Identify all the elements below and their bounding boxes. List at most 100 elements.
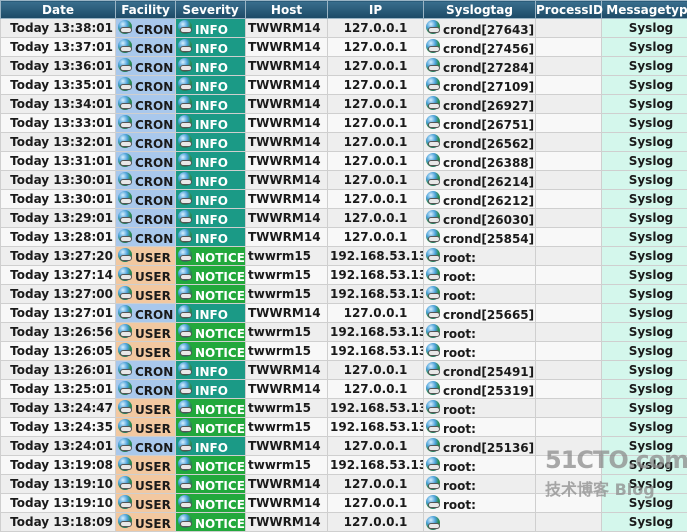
date-cell[interactable]: Today 13:19:10 <box>1 494 116 513</box>
processid-cell[interactable] <box>536 190 602 209</box>
processid-cell[interactable] <box>536 152 602 171</box>
facility-filter-globe-icon[interactable] <box>118 77 132 91</box>
syslogtag-cell[interactable]: crond[25319]: <box>424 380 536 399</box>
processid-cell[interactable] <box>536 399 602 418</box>
messagetype-cell[interactable]: Syslog <box>602 475 687 494</box>
severity-cell[interactable]: INFO <box>176 19 246 38</box>
severity-filter-globe-icon[interactable] <box>178 210 192 224</box>
date-cell[interactable]: Today 13:19:10 <box>1 475 116 494</box>
ip-cell[interactable]: 127.0.0.1 <box>328 171 424 190</box>
facility-filter-globe-icon[interactable] <box>118 115 132 129</box>
syslogtag-cell[interactable]: crond[27109]: <box>424 76 536 95</box>
messagetype-cell[interactable]: Syslog <box>602 323 687 342</box>
syslogtag-filter-globe-icon[interactable] <box>426 362 440 376</box>
processid-cell[interactable] <box>536 494 602 513</box>
severity-filter-globe-icon[interactable] <box>178 381 192 395</box>
column-header-ip[interactable]: IP <box>328 1 424 19</box>
facility-cell[interactable]: CRON <box>116 228 176 247</box>
severity-cell[interactable]: INFO <box>176 133 246 152</box>
table-row[interactable]: Today 13:24:35USERNOTICEtwwrm15192.168.5… <box>1 418 687 437</box>
ip-cell[interactable]: 127.0.0.1 <box>328 475 424 494</box>
messagetype-cell[interactable]: Syslog <box>602 456 687 475</box>
facility-cell[interactable]: USER <box>116 285 176 304</box>
table-row[interactable]: Today 13:32:01CRONINFOTWWRM14127.0.0.1cr… <box>1 133 687 152</box>
ip-cell[interactable]: 192.168.53.13 <box>328 342 424 361</box>
ip-cell[interactable]: 127.0.0.1 <box>328 190 424 209</box>
date-cell[interactable]: Today 13:33:01 <box>1 114 116 133</box>
facility-cell[interactable]: CRON <box>116 380 176 399</box>
messagetype-cell[interactable]: Syslog <box>602 437 687 456</box>
severity-cell[interactable]: INFO <box>176 57 246 76</box>
ip-cell[interactable]: 192.168.53.13 <box>328 399 424 418</box>
syslogtag-filter-globe-icon[interactable] <box>426 229 440 243</box>
host-cell[interactable]: twwrm15 <box>246 456 328 475</box>
processid-cell[interactable] <box>536 114 602 133</box>
facility-filter-globe-icon[interactable] <box>118 286 132 300</box>
severity-filter-globe-icon[interactable] <box>178 77 192 91</box>
facility-cell[interactable]: USER <box>116 475 176 494</box>
facility-filter-globe-icon[interactable] <box>118 438 132 452</box>
syslogtag-filter-globe-icon[interactable] <box>426 77 440 91</box>
date-cell[interactable]: Today 13:34:01 <box>1 95 116 114</box>
host-cell[interactable]: TWWRM14 <box>246 228 328 247</box>
severity-filter-globe-icon[interactable] <box>178 20 192 34</box>
severity-filter-globe-icon[interactable] <box>178 419 192 433</box>
ip-cell[interactable]: 127.0.0.1 <box>328 38 424 57</box>
syslogtag-cell[interactable]: root: <box>424 266 536 285</box>
table-row[interactable]: Today 13:38:01CRONINFOTWWRM14127.0.0.1cr… <box>1 19 687 38</box>
facility-cell[interactable]: USER <box>116 456 176 475</box>
table-row[interactable]: Today 13:26:56USERNOTICEtwwrm15192.168.5… <box>1 323 687 342</box>
severity-cell[interactable]: NOTICE <box>176 323 246 342</box>
messagetype-cell[interactable]: Syslog <box>602 152 687 171</box>
ip-cell[interactable]: 127.0.0.1 <box>328 380 424 399</box>
severity-filter-globe-icon[interactable] <box>178 362 192 376</box>
table-row[interactable]: Today 13:27:14USERNOTICEtwwrm15192.168.5… <box>1 266 687 285</box>
facility-cell[interactable]: CRON <box>116 361 176 380</box>
table-row[interactable]: Today 13:27:20USERNOTICEtwwrm15192.168.5… <box>1 247 687 266</box>
severity-cell[interactable]: INFO <box>176 228 246 247</box>
syslogtag-cell[interactable]: root: <box>424 247 536 266</box>
syslogtag-cell[interactable]: crond[27284]: <box>424 57 536 76</box>
severity-cell[interactable]: NOTICE <box>176 456 246 475</box>
severity-cell[interactable]: INFO <box>176 380 246 399</box>
ip-cell[interactable]: 127.0.0.1 <box>328 133 424 152</box>
facility-filter-globe-icon[interactable] <box>118 514 132 528</box>
severity-cell[interactable]: NOTICE <box>176 285 246 304</box>
processid-cell[interactable] <box>536 209 602 228</box>
syslogtag-filter-globe-icon[interactable] <box>426 20 440 34</box>
severity-filter-globe-icon[interactable] <box>178 476 192 490</box>
date-cell[interactable]: Today 13:30:01 <box>1 171 116 190</box>
column-header-severity[interactable]: Severity <box>176 1 246 19</box>
host-cell[interactable]: TWWRM14 <box>246 152 328 171</box>
messagetype-cell[interactable]: Syslog <box>602 171 687 190</box>
column-header-facility[interactable]: Facility <box>116 1 176 19</box>
host-cell[interactable]: twwrm15 <box>246 285 328 304</box>
ip-cell[interactable]: 127.0.0.1 <box>328 304 424 323</box>
facility-filter-globe-icon[interactable] <box>118 248 132 262</box>
messagetype-cell[interactable]: Syslog <box>602 418 687 437</box>
severity-cell[interactable]: INFO <box>176 361 246 380</box>
processid-cell[interactable] <box>536 513 602 532</box>
facility-cell[interactable]: CRON <box>116 38 176 57</box>
processid-cell[interactable] <box>536 76 602 95</box>
messagetype-cell[interactable]: Syslog <box>602 19 687 38</box>
date-cell[interactable]: Today 13:24:47 <box>1 399 116 418</box>
table-row[interactable]: Today 13:37:01CRONINFOTWWRM14127.0.0.1cr… <box>1 38 687 57</box>
syslogtag-cell[interactable]: crond[26927]: <box>424 95 536 114</box>
table-row[interactable]: Today 13:34:01CRONINFOTWWRM14127.0.0.1cr… <box>1 95 687 114</box>
processid-cell[interactable] <box>536 133 602 152</box>
messagetype-cell[interactable]: Syslog <box>602 95 687 114</box>
syslogtag-filter-globe-icon[interactable] <box>426 134 440 148</box>
syslogtag-cell[interactable]: root: <box>424 285 536 304</box>
syslogtag-cell[interactable]: crond[27456]: <box>424 38 536 57</box>
date-cell[interactable]: Today 13:28:01 <box>1 228 116 247</box>
facility-filter-globe-icon[interactable] <box>118 362 132 376</box>
syslogtag-cell[interactable]: crond[25491]: <box>424 361 536 380</box>
date-cell[interactable]: Today 13:29:01 <box>1 209 116 228</box>
host-cell[interactable]: TWWRM14 <box>246 304 328 323</box>
severity-cell[interactable]: NOTICE <box>176 494 246 513</box>
syslogtag-cell[interactable]: root: <box>424 323 536 342</box>
syslogtag-filter-globe-icon[interactable] <box>426 400 440 414</box>
host-cell[interactable]: TWWRM14 <box>246 38 328 57</box>
severity-cell[interactable]: NOTICE <box>176 247 246 266</box>
